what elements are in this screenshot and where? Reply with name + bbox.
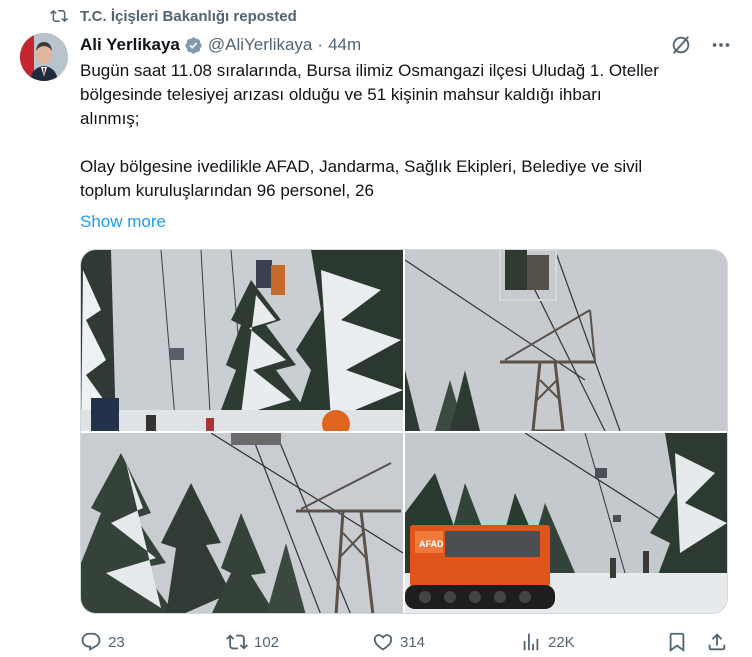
tweet-line: toplum kuruluşlarından 96 personel, 26: [80, 181, 374, 200]
more-options-icon[interactable]: [710, 34, 732, 56]
photo-afad-snow-vehicle[interactable]: AFAD: [405, 433, 727, 613]
tweet-line: Olay bölgesine ivedilikle AFAD, Jandarma…: [80, 157, 643, 176]
repost-icon: [226, 634, 248, 650]
author-handle[interactable]: @AliYerlikaya: [208, 35, 313, 55]
views-chart-icon: [523, 633, 539, 651]
header-actions: [670, 34, 732, 56]
separator-dot: ·: [317, 35, 324, 54]
repost-count: 102: [254, 633, 280, 651]
reply-icon: [81, 632, 101, 651]
photo-chairlift-rescue[interactable]: [81, 250, 403, 431]
photo-lift-pylon-trees[interactable]: [81, 433, 403, 613]
post-time[interactable]: 44m: [328, 35, 361, 55]
like-button[interactable]: 314: [372, 627, 425, 657]
heart-icon: [373, 634, 393, 651]
author-name[interactable]: Ali Yerlikaya: [80, 35, 180, 55]
afad-vehicle-label: AFAD: [419, 539, 444, 549]
bookmark-button[interactable]: [666, 627, 694, 657]
repost-icon: [50, 9, 68, 23]
tweet-header: Ali Yerlikaya @AliYerlikaya · 44m: [80, 34, 732, 56]
share-icon: [708, 633, 726, 651]
bookmark-icon: [669, 632, 685, 653]
views-button[interactable]: 22K: [520, 627, 575, 657]
repost-banner[interactable]: T.C. İçişleri Bakanlığı reposted: [50, 6, 297, 26]
show-more-link[interactable]: Show more: [80, 210, 166, 234]
avatar-image: [20, 33, 68, 81]
grok-icon[interactable]: [670, 34, 692, 56]
tweet-line: alınmış;: [80, 109, 140, 128]
tweet-line: bölgesinde telesiyej arızası olduğu ve 5…: [80, 85, 602, 104]
share-button[interactable]: [706, 627, 734, 657]
repost-banner-text: T.C. İçişleri Bakanlığı reposted: [80, 7, 297, 25]
like-count: 314: [400, 633, 426, 651]
tweet-actions: 23 102 314 22K: [80, 627, 728, 657]
reply-button[interactable]: 23: [80, 627, 125, 657]
avatar[interactable]: [20, 33, 68, 81]
verified-badge-icon[interactable]: [184, 36, 203, 55]
reply-count: 23: [108, 633, 125, 651]
media-grid: AFAD: [80, 249, 728, 614]
tweet-text: Bugün saat 11.08 sıralarında, Bursa ilim…: [80, 59, 720, 203]
tweet-line: Bugün saat 11.08 sıralarında, Bursa ilim…: [80, 61, 659, 80]
photo-lift-pylon-basket[interactable]: [405, 250, 727, 431]
repost-button[interactable]: 102: [226, 627, 279, 657]
views-count: 22K: [548, 633, 575, 651]
